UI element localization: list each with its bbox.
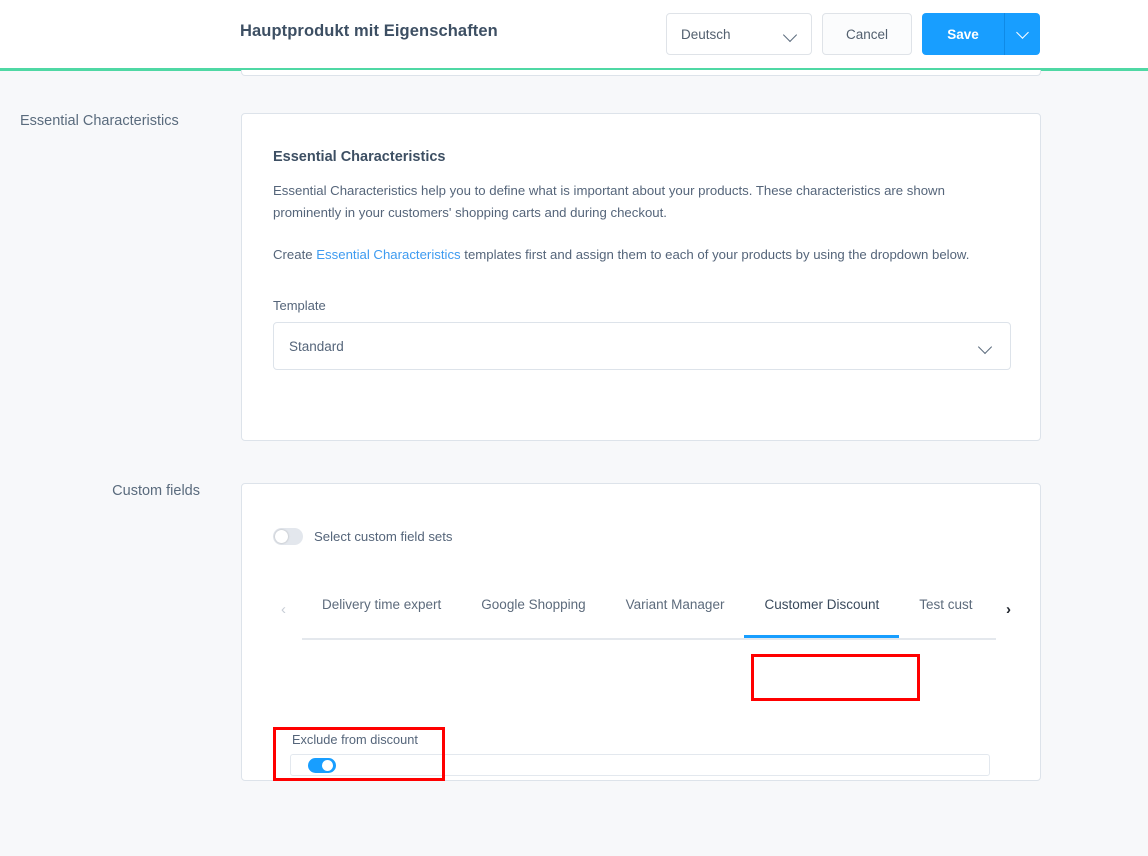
select-custom-field-sets-toggle[interactable] (273, 528, 303, 545)
chevron-left-icon[interactable]: ‹ (281, 602, 286, 617)
template-select-value: Standard (289, 338, 344, 354)
page-title: Hauptprodukt mit Eigenschaften (240, 22, 498, 40)
select-custom-field-sets-row[interactable]: Select custom field sets (273, 528, 453, 545)
template-select[interactable]: Standard (273, 322, 1011, 370)
language-select-value: Deutsch (681, 26, 731, 42)
tab-test-cust[interactable]: Test cust (899, 586, 992, 630)
header-actions: Deutsch Cancel Save (666, 13, 1040, 55)
app-header: Hauptprodukt mit Eigenschaften Deutsch C… (0, 0, 1148, 68)
tab-label: Test cust (919, 597, 973, 612)
cancel-button[interactable]: Cancel (822, 13, 912, 55)
paragraph-2-prefix: Create (273, 247, 317, 262)
essential-characteristics-link[interactable]: Essential Characteristics (316, 247, 460, 262)
card-essential-characteristics: Essential Characteristics Essential Char… (241, 113, 1041, 441)
tab-variant-manager[interactable]: Variant Manager (606, 586, 745, 630)
save-button[interactable]: Save (922, 13, 1004, 55)
custom-field-tabs: ‹ › Delivery time expert Google Shopping V… (273, 586, 1011, 646)
description-paragraph-1: Essential Characteristics help you to de… (273, 183, 945, 220)
card-heading-essential-characteristics: Essential Characteristics (273, 149, 446, 165)
tab-delivery-time-expert[interactable]: Delivery time expert (302, 586, 461, 630)
chevron-down-icon (1016, 25, 1029, 39)
save-dropdown-button[interactable] (1004, 13, 1040, 55)
select-custom-field-sets-label: Select custom field sets (314, 529, 453, 544)
exclude-from-discount-toggle[interactable] (308, 758, 336, 773)
exclude-from-discount-label: Exclude from discount (292, 732, 418, 747)
tab-strip: Delivery time expert Google Shopping Varia… (302, 586, 996, 641)
sidebar-label-essential-characteristics: Essential Characteristics (20, 113, 179, 129)
sidebar-label-custom-fields: Custom fields (112, 483, 200, 499)
tab-label: Customer Discount (764, 597, 880, 612)
template-field-label: Template (273, 298, 326, 313)
save-button-group: Save (922, 13, 1040, 55)
language-select[interactable]: Deutsch (666, 13, 812, 55)
paragraph-2-suffix: templates first and assign them to each … (460, 247, 970, 262)
description-paragraph-2: Create Essential Characteristics templat… (273, 244, 973, 266)
page-content: Essential Characteristics Essential Char… (0, 70, 1148, 856)
tab-baseline (302, 638, 996, 640)
tab-customer-discount[interactable]: Customer Discount (744, 586, 900, 638)
chevron-right-icon[interactable]: › (1006, 602, 1011, 617)
tab-label: Variant Manager (625, 597, 725, 612)
exclude-from-discount-field (290, 754, 990, 776)
chevron-down-icon (782, 27, 798, 45)
tab-label: Delivery time expert (322, 597, 442, 612)
chevron-down-icon (977, 339, 993, 357)
tab-google-shopping[interactable]: Google Shopping (461, 586, 605, 630)
tab-label: Google Shopping (481, 597, 586, 612)
previous-section-card-edge (241, 70, 1041, 76)
tab-list: Delivery time expert Google Shopping Varia… (302, 586, 996, 641)
